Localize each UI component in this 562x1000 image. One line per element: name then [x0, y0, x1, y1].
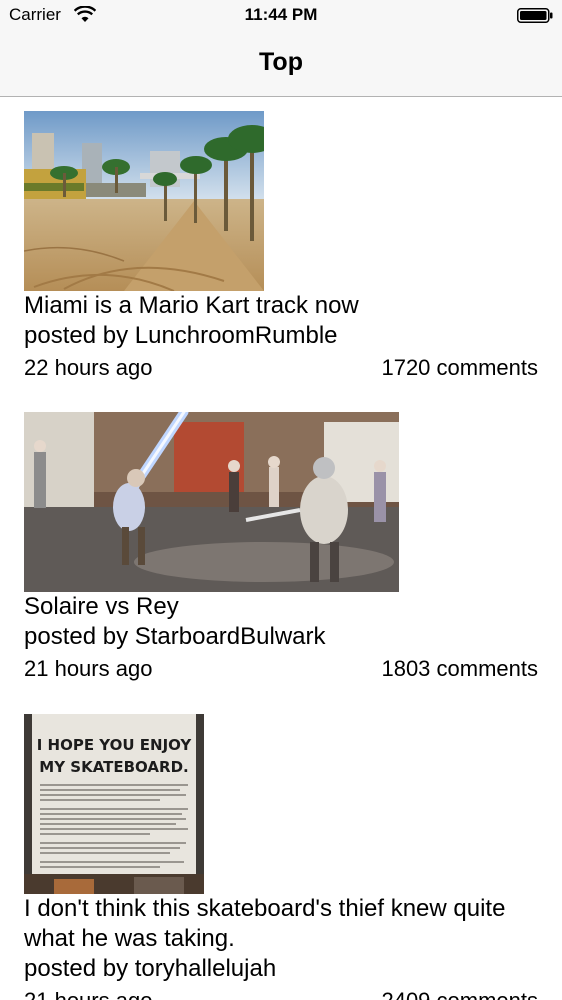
post-thumbnail[interactable]	[24, 111, 264, 291]
post-author: posted by StarboardBulwark	[24, 623, 326, 650]
battery-icon	[517, 8, 553, 23]
comments-count[interactable]: 2409 comments	[381, 986, 538, 1000]
sign-text-line-2: MY SKATEBOARD.	[39, 758, 188, 776]
post-thumbnail[interactable]: I HOPE YOU ENJOY MY SKATEBOARD.	[24, 714, 204, 894]
post-title[interactable]: Solaire vs Rey	[24, 592, 538, 622]
navigation-bar: Top	[0, 30, 562, 97]
post-timestamp: 22 hours ago	[24, 355, 153, 380]
sign-text-line-1: I HOPE YOU ENJOY	[37, 736, 193, 754]
status-bar: Carrier 11:44 PM	[0, 0, 562, 30]
comments-count[interactable]: 1803 comments	[381, 654, 538, 684]
page-title: Top	[259, 48, 303, 76]
post-timestamp: 21 hours ago	[24, 986, 152, 1000]
post-thumbnail[interactable]	[24, 412, 399, 592]
post-list[interactable]: Miami is a Mario Kart track now posted b…	[0, 97, 562, 1000]
list-item[interactable]: Miami is a Mario Kart track now posted b…	[24, 111, 538, 383]
status-time: 11:44 PM	[244, 5, 318, 24]
list-item[interactable]: Solaire vs Rey posted by StarboardBulwar…	[24, 412, 538, 684]
comments-count[interactable]: 1720 comments	[381, 353, 538, 383]
post-author: posted by LunchroomRumble	[24, 322, 338, 349]
post-timestamp: 21 hours ago	[24, 656, 153, 681]
post-author: posted by toryhallelujah	[24, 955, 277, 982]
list-item[interactable]: I HOPE YOU ENJOY MY SKATEBOARD. I don't …	[24, 714, 538, 1000]
post-title[interactable]: I don't think this skateboard's thief kn…	[24, 894, 538, 954]
post-title[interactable]: Miami is a Mario Kart track now	[24, 291, 538, 321]
